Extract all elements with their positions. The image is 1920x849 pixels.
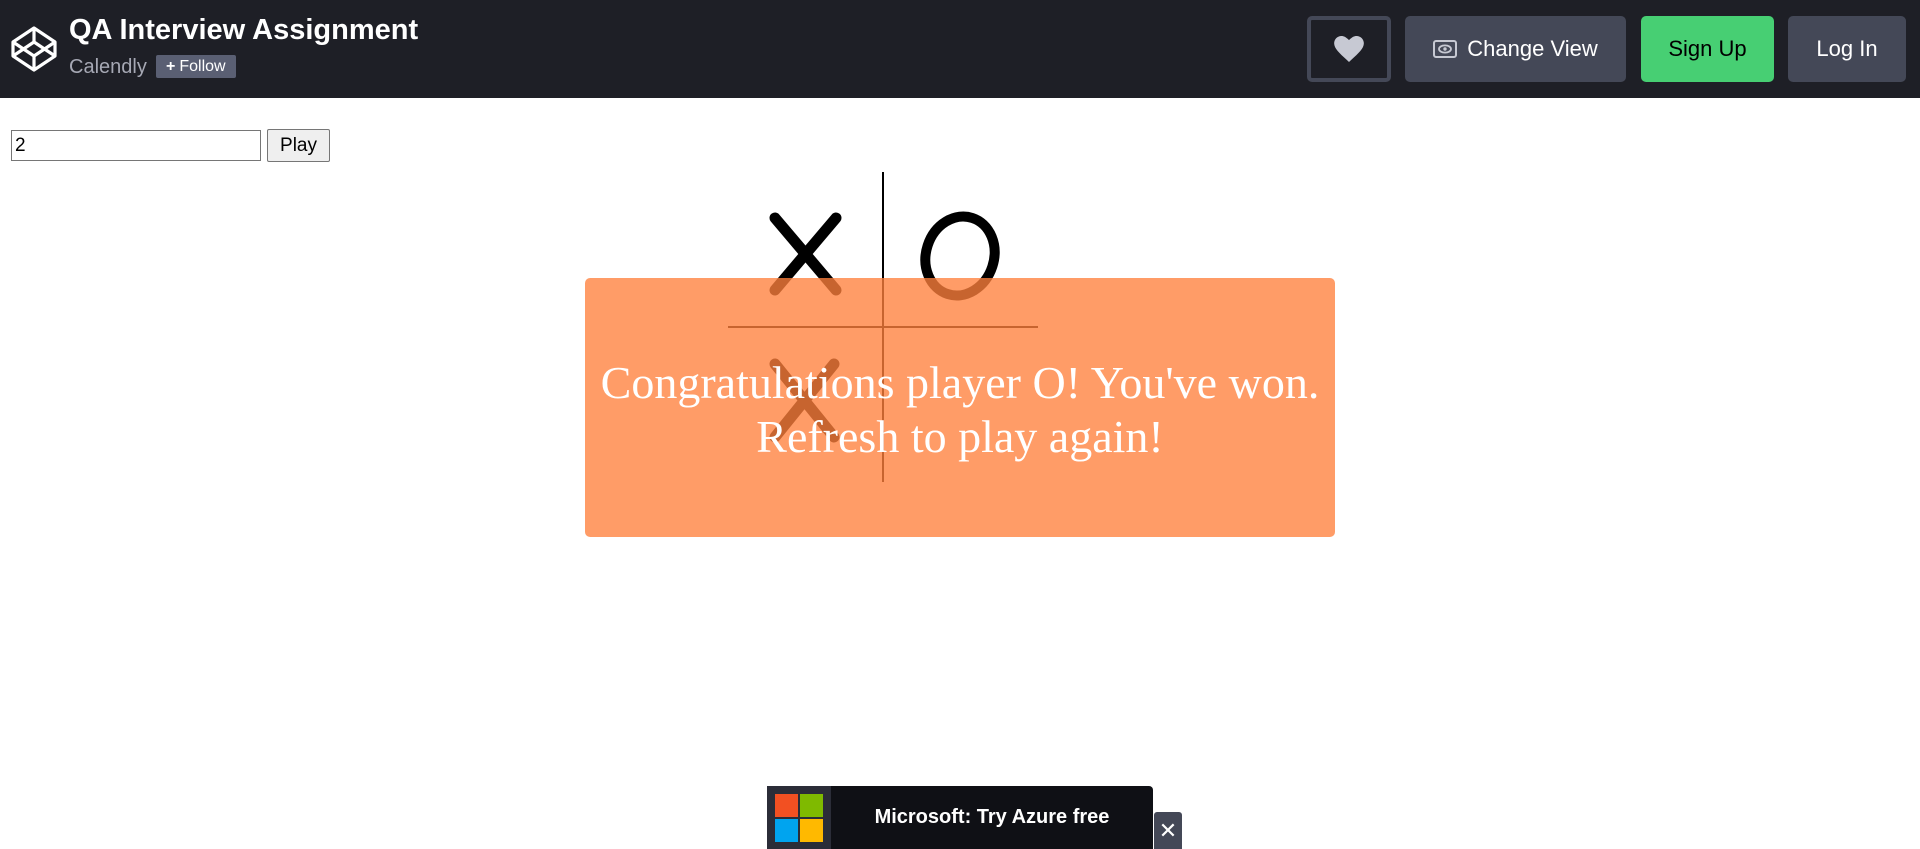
sign-up-button[interactable]: Sign Up <box>1641 16 1774 82</box>
pen-title: QA Interview Assignment <box>69 14 419 46</box>
win-message-line-2: Refresh to play again! <box>756 411 1164 462</box>
follow-button[interactable]: + Follow <box>156 55 236 78</box>
owner-name[interactable]: Calendly <box>69 56 147 79</box>
ad-logo-container <box>767 786 831 849</box>
win-message: Congratulations player O! You've won. Re… <box>585 356 1335 464</box>
microsoft-logo-icon <box>775 794 823 842</box>
heart-button[interactable] <box>1307 16 1391 82</box>
win-message-overlay: Congratulations player O! You've won. Re… <box>585 278 1335 537</box>
play-button[interactable]: Play <box>267 129 330 162</box>
close-ad-button[interactable]: ✕ <box>1154 812 1182 849</box>
ad-text[interactable]: Microsoft: Try Azure free <box>831 786 1153 849</box>
header-bar: QA Interview Assignment Calendly + Follow… <box>0 0 1920 98</box>
win-message-line-1: Congratulations player O! You've won. <box>600 357 1320 408</box>
carbon-ad-banner[interactable]: Microsoft: Try Azure free <box>767 786 1153 849</box>
eye-icon <box>1433 39 1458 59</box>
change-view-label: Change View <box>1467 36 1598 61</box>
log-in-button[interactable]: Log In <box>1788 16 1906 82</box>
codepen-logo-icon[interactable] <box>10 25 58 73</box>
heart-icon <box>1334 36 1364 62</box>
board-size-input[interactable] <box>11 130 261 161</box>
change-view-button[interactable]: Change View <box>1405 16 1626 82</box>
plus-icon: + <box>166 58 176 75</box>
follow-label: Follow <box>179 58 226 75</box>
